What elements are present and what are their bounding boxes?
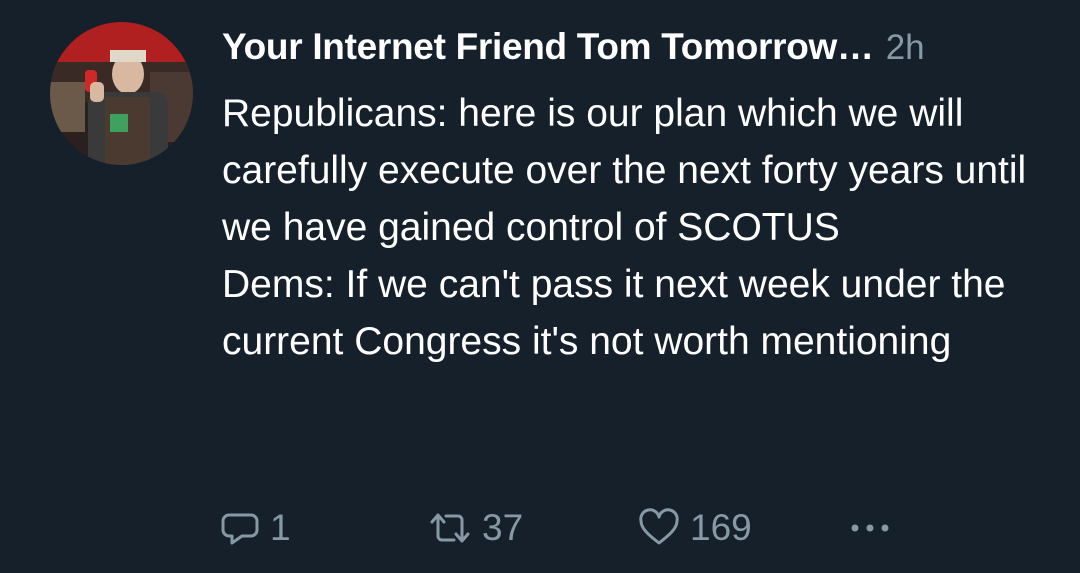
retweet-button[interactable]: 37 — [428, 500, 523, 556]
reply-count: 1 — [270, 507, 291, 548]
tweet-paragraph: Dems: If we can't pass it next week unde… — [222, 263, 1006, 363]
avatar-photo — [50, 22, 193, 165]
retweet-count: 37 — [482, 507, 524, 548]
tweet-header: Your Internet Friend Tom Tomorrow… 2h — [222, 26, 1052, 74]
action-bar: 1 37 169 — [220, 500, 1060, 556]
tweet-text: Republicans: here is our plan which we w… — [222, 85, 1042, 370]
author-name[interactable]: Your Internet Friend Tom Tomorrow… — [222, 26, 874, 68]
avatar[interactable] — [50, 22, 193, 165]
reply-button[interactable]: 1 — [220, 500, 291, 556]
tweet[interactable]: Your Internet Friend Tom Tomorrow… 2h Re… — [0, 0, 1080, 573]
retweet-icon — [430, 513, 470, 543]
tweet-paragraph: Republicans: here is our plan which we w… — [222, 92, 1027, 249]
more-icon — [851, 524, 889, 532]
heart-icon — [639, 508, 679, 545]
reply-icon — [221, 513, 259, 545]
like-count: 169 — [690, 507, 752, 548]
more-button[interactable] — [848, 500, 892, 556]
like-button[interactable]: 169 — [638, 500, 752, 556]
timestamp[interactable]: 2h — [886, 28, 925, 68]
